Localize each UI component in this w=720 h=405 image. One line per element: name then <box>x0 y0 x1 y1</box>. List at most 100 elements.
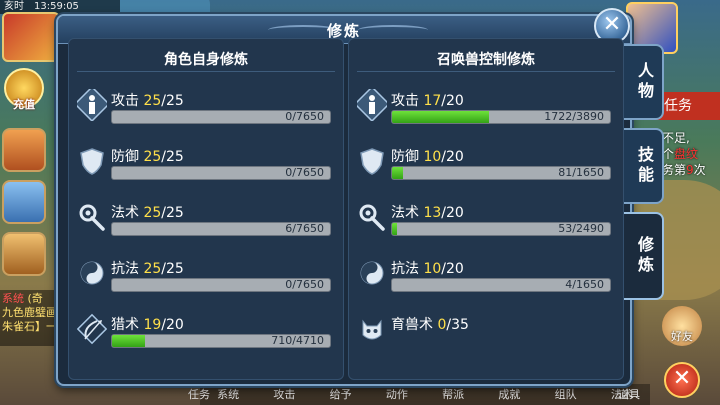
skill-max-level: /25 <box>161 149 184 165</box>
skill-max-level: /20 <box>441 261 464 277</box>
cultivation-row[interactable]: 育兽术 0/35 <box>357 313 617 353</box>
menu-give[interactable]: 给予 <box>330 384 352 405</box>
chat-panel[interactable]: 系统 (奇 九色鹿璧画 朱雀石】一 <box>0 290 60 346</box>
skill-name: 防御 25/25 <box>111 146 184 166</box>
exp-progress-bar: 4/1650 <box>391 278 611 292</box>
skill-level: 25 <box>143 93 162 109</box>
hunting-icon <box>76 313 108 345</box>
skill-name: 抗法 10/20 <box>391 258 464 278</box>
menu-items[interactable]: 道具 <box>618 386 640 402</box>
skill-max-level: /25 <box>161 261 184 277</box>
exp-progress-bar: 0/7650 <box>111 166 331 180</box>
magic-icon <box>357 201 387 233</box>
resist-icon <box>77 257 107 289</box>
skill-label: 法术 <box>391 205 424 221</box>
skill-label: 防御 <box>111 149 144 165</box>
exp-text: 81/1650 <box>558 166 604 179</box>
recharge-button[interactable]: 充值 <box>4 68 44 111</box>
exp-text: 6/7650 <box>285 222 324 235</box>
chat-line: 朱雀石】一 <box>2 320 57 333</box>
recharge-label: 充值 <box>13 98 35 111</box>
exp-text: 0/7650 <box>285 166 324 179</box>
task-highlight: 盘纹 <box>674 147 699 161</box>
exp-text: 0/7650 <box>285 278 324 291</box>
skill-max-level: /20 <box>441 93 464 109</box>
skill-name: 法术 13/20 <box>391 202 464 222</box>
skill-name: 防御 10/20 <box>391 146 464 166</box>
cultivation-row[interactable]: 防御 10/20 81/1650 <box>357 145 617 185</box>
exp-progress-fill <box>392 111 489 123</box>
exp-text: 4/1650 <box>565 278 604 291</box>
tab-character[interactable]: 人物 <box>624 44 664 120</box>
pet-cultivation-panel: 召唤兽控制修炼 攻击 17/20 1722/3890 防御 10/20 81/1650… <box>348 38 624 380</box>
skill-level: 10 <box>423 261 442 277</box>
divider <box>77 71 335 72</box>
menu-achievement[interactable]: 成就 <box>498 384 520 405</box>
defense-icon <box>77 145 107 177</box>
task-count: 9 <box>686 163 694 177</box>
menu-attack[interactable]: 攻击 <box>273 384 295 405</box>
menu-guild[interactable]: 帮派 <box>442 384 464 405</box>
cultivation-row[interactable]: 攻击 17/20 1722/3890 <box>353 85 617 129</box>
skill-level: 25 <box>143 205 162 221</box>
cultivation-row[interactable]: 防御 25/25 0/7650 <box>77 145 337 185</box>
skill-level: 10 <box>423 149 442 165</box>
skill-name: 攻击 25/25 <box>111 90 184 110</box>
exp-progress-bar: 81/1650 <box>391 166 611 180</box>
friend-label: 好友 <box>671 330 693 343</box>
section-title: 召唤兽控制修炼 <box>437 52 535 68</box>
cultivation-row[interactable]: 抗法 10/20 4/1650 <box>357 257 617 297</box>
exp-text: 1722/3890 <box>544 110 604 123</box>
skill-name: 攻击 17/20 <box>391 90 464 110</box>
skill-label: 法术 <box>111 205 144 221</box>
skill-label: 攻击 <box>391 93 424 109</box>
skill-name: 猎术 19/20 <box>111 314 184 334</box>
skill-label: 育兽术 <box>391 317 438 333</box>
skill-name: 育兽术 0/35 <box>391 314 469 334</box>
skill-label: 抗法 <box>391 261 424 277</box>
chat-system-tag: 系统 <box>2 292 24 305</box>
skill-level: 25 <box>143 261 162 277</box>
skill-name: 抗法 25/25 <box>111 258 184 278</box>
cultivation-row[interactable]: 法术 25/25 6/7650 <box>77 201 337 241</box>
defense-icon <box>357 145 387 177</box>
minimap-icon[interactable] <box>2 12 60 62</box>
skill-label: 猎术 <box>111 317 144 333</box>
exp-progress-fill <box>392 167 403 179</box>
chat-icon[interactable] <box>2 232 46 276</box>
task-line: 次 <box>693 163 706 177</box>
skill-max-level: /20 <box>161 317 184 333</box>
tab-cultivation[interactable]: 修炼 <box>624 212 664 300</box>
resist-icon <box>357 257 387 289</box>
skill-level: 19 <box>143 317 162 333</box>
attack-icon <box>353 85 391 123</box>
skill-max-level: /25 <box>161 205 184 221</box>
menu-action[interactable]: 动作 <box>386 384 408 405</box>
exp-progress-bar: 6/7650 <box>111 222 331 236</box>
exp-progress-bar: 710/4710 <box>111 334 331 348</box>
activity-icon[interactable] <box>2 128 46 172</box>
exp-progress-bar: 0/7650 <box>111 278 331 292</box>
skill-max-level: /25 <box>161 93 184 109</box>
cultivation-row[interactable]: 抗法 25/25 0/7650 <box>77 257 337 297</box>
cultivation-row[interactable]: 攻击 25/25 0/7650 <box>73 85 337 129</box>
skill-max-level: /20 <box>441 149 464 165</box>
menu-task[interactable]: 任务 <box>188 386 210 402</box>
exp-progress-fill <box>112 335 145 347</box>
exp-text: 53/2490 <box>558 222 604 235</box>
skill-label: 抗法 <box>111 261 144 277</box>
close-icon: ✕ <box>602 12 622 37</box>
skill-level: 13 <box>423 205 442 221</box>
skill-level: 17 <box>423 93 442 109</box>
attack-icon <box>73 85 111 123</box>
bottom-close-button[interactable]: ✕ <box>664 362 700 398</box>
divider <box>357 71 615 72</box>
menu-team[interactable]: 组队 <box>555 384 577 405</box>
skill-label: 防御 <box>391 149 424 165</box>
tab-skills[interactable]: 技能 <box>624 128 664 204</box>
cultivation-row[interactable]: 法术 13/20 53/2490 <box>357 201 617 241</box>
friend-button[interactable]: 好友 <box>662 306 702 346</box>
cultivation-row[interactable]: 猎术 19/20 710/4710 <box>76 313 337 353</box>
mail-icon[interactable] <box>2 180 46 224</box>
menu-system[interactable]: 系统 <box>217 384 239 405</box>
